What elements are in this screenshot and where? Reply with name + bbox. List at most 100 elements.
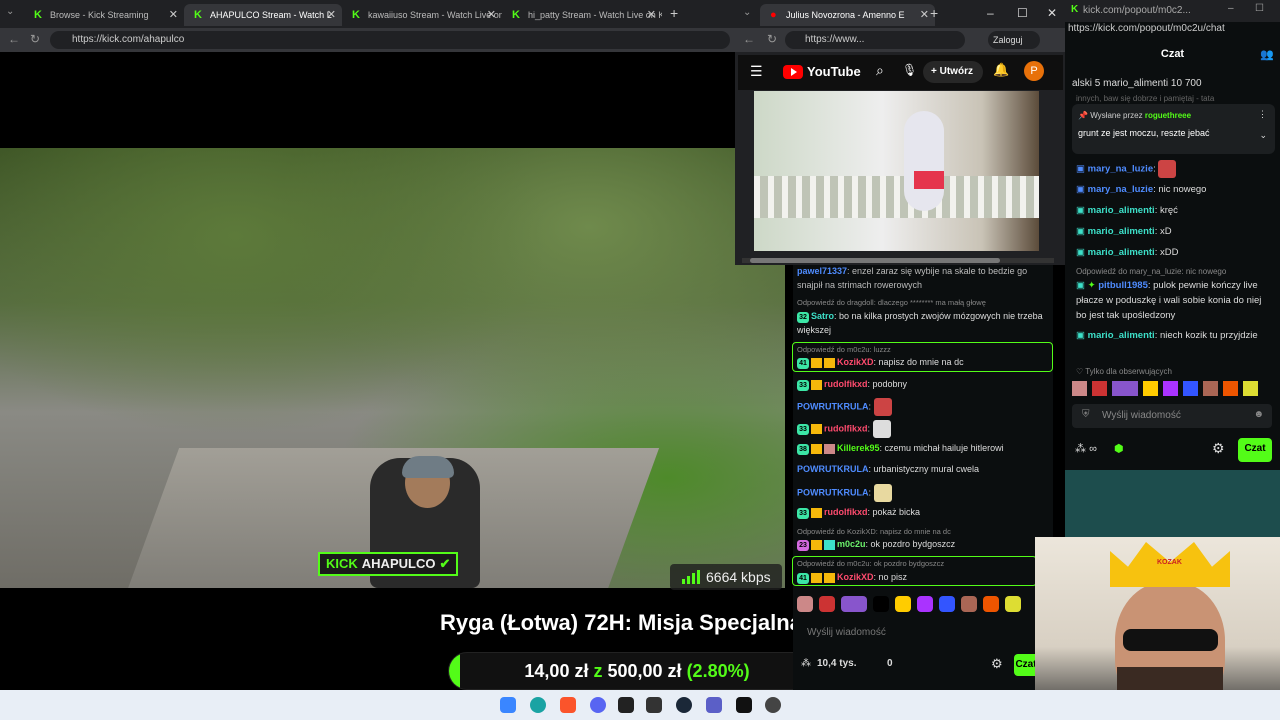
chat-username[interactable]: mary_na_luzie	[1088, 164, 1153, 175]
login-button[interactable]: Zaloguj	[988, 31, 1040, 49]
emote-icon[interactable]	[1072, 381, 1087, 396]
emote-icon[interactable]	[1183, 381, 1198, 396]
url-field[interactable]: https://www...	[785, 31, 965, 49]
emote-icon[interactable]	[1143, 381, 1158, 396]
emote-icon[interactable]	[1163, 381, 1178, 396]
chat-username[interactable]: KozikXD	[837, 357, 874, 367]
pinned-user[interactable]: roguethreee	[1145, 111, 1191, 120]
emote-icon[interactable]	[939, 596, 955, 612]
close-icon[interactable]: ✕	[327, 8, 336, 21]
gear-icon[interactable]: ⚙	[991, 656, 1003, 672]
emote-icon[interactable]	[1243, 381, 1258, 396]
teams-icon[interactable]	[706, 697, 722, 713]
reload-icon[interactable]: ↻	[767, 32, 777, 46]
tab-ahapulco[interactable]: K AHAPULCO Stream - Watch L ✕	[184, 4, 342, 26]
brave-icon[interactable]	[560, 697, 576, 713]
tab-hipatty[interactable]: K hi_patty Stream - Watch Live on K ✕	[502, 4, 662, 26]
bell-icon[interactable]: 🔔	[993, 62, 1009, 78]
emote-icon[interactable]	[841, 596, 867, 612]
maximize-icon[interactable]: ☐	[1255, 3, 1264, 14]
emoji-icon[interactable]: ☻	[1253, 409, 1264, 420]
close-icon[interactable]: ✕	[487, 8, 496, 21]
emote-icon[interactable]	[895, 596, 911, 612]
app-icon[interactable]	[618, 697, 634, 713]
reload-icon[interactable]: ↻	[30, 32, 40, 46]
emote-icon[interactable]	[1223, 381, 1238, 396]
chat-username[interactable]: KozikXD	[837, 572, 874, 582]
emote-icon[interactable]	[873, 596, 889, 612]
back-icon[interactable]: ←	[8, 32, 20, 46]
tab-kawaiiuso[interactable]: K kawaiiuso Stream - Watch Live on ✕	[342, 4, 502, 26]
emote-icon[interactable]	[797, 596, 813, 612]
chat-username[interactable]: mario_alimenti	[1088, 330, 1155, 341]
chat-username[interactable]: mary_na_luzie	[1088, 184, 1153, 195]
emote-icon[interactable]	[917, 596, 933, 612]
close-icon[interactable]: ✕	[920, 8, 929, 21]
login-label: Zaloguj	[993, 35, 1023, 45]
search-icon[interactable]: ⌕	[876, 62, 884, 79]
stream-video[interactable]: ▪▪▪▪▪▪▪▪▪▪▪▪▪▪▪▪▪▪▪▪▪▪▪▪▪▪▪▪▪▪▪▪▪▪▪▪▪▪▪▪…	[0, 148, 785, 588]
chat-username[interactable]: pitbull1985	[1098, 280, 1148, 291]
yt-scrollbar[interactable]	[742, 258, 1054, 263]
emote-icon[interactable]	[1203, 381, 1218, 396]
chat-username[interactable]: Killerek95	[837, 443, 880, 453]
pinned-message[interactable]: 📌 Wysłane przez roguethreee grunt ze jes…	[1072, 104, 1275, 154]
close-icon[interactable]: ✕	[169, 8, 178, 21]
popout-url[interactable]: https://kick.com/popout/m0c2u/chat	[1068, 23, 1278, 41]
close-icon[interactable]: ✕	[647, 8, 656, 21]
chat-username[interactable]: mario_alimenti	[1088, 247, 1155, 258]
obs-icon[interactable]	[736, 697, 752, 713]
chat-username[interactable]: rudolfikxd	[824, 507, 868, 517]
emote-icon[interactable]	[983, 596, 999, 612]
emote-icon[interactable]	[1112, 381, 1138, 396]
edge-icon[interactable]	[530, 697, 546, 713]
windows-start-icon[interactable]	[500, 697, 516, 713]
epic-games-icon[interactable]	[646, 697, 662, 713]
emote-icon[interactable]	[1005, 596, 1021, 612]
youtube-logo[interactable]: YouTube	[783, 64, 861, 79]
discord-icon[interactable]	[590, 697, 606, 713]
create-button[interactable]: + Utwórz	[923, 61, 983, 83]
minimize-icon[interactable]: –	[987, 6, 994, 20]
close-window-icon[interactable]: ✕	[1047, 6, 1057, 20]
more-icon[interactable]: ⋮	[1258, 109, 1267, 120]
yt-scroll-thumb[interactable]	[750, 258, 1000, 263]
emote-icon[interactable]	[819, 596, 835, 612]
popout-chat-input[interactable]: ⛨ Wyślij wiadomość ☻	[1072, 404, 1272, 428]
chat-username[interactable]: mario_alimenti	[1088, 205, 1155, 216]
tab-browse[interactable]: K Browse - Kick Streaming ✕	[24, 4, 184, 26]
gear-icon[interactable]: ⚙	[1212, 440, 1225, 457]
chat-username[interactable]: Satro	[811, 311, 834, 321]
back-icon[interactable]: ←	[743, 32, 755, 46]
users-icon[interactable]: 👥	[1260, 48, 1274, 61]
app2-icon[interactable]	[765, 697, 781, 713]
chat-username[interactable]: m0c2u	[837, 539, 866, 549]
emote-icon[interactable]	[1092, 381, 1107, 396]
chat-username[interactable]: mario_alimenti	[1088, 226, 1155, 237]
webcam-sunglasses	[1123, 629, 1218, 651]
chat-username[interactable]: rudolfikxd	[824, 379, 868, 389]
chat-username[interactable]: POWRUTKRULA	[797, 464, 869, 474]
new-tab-icon[interactable]: +	[670, 5, 678, 21]
popout-send-button[interactable]: Czat	[1238, 438, 1272, 462]
url-field[interactable]: https://kick.com/ahapulco	[50, 31, 730, 49]
tab-youtube[interactable]: ● Julius Novozrona - Amenno E ✕	[760, 4, 935, 26]
chat-username[interactable]: POWRUTKRULA	[797, 487, 869, 497]
kick-coin-icon[interactable]: ⬢	[1114, 443, 1124, 455]
menu-icon[interactable]: ☰	[750, 63, 763, 80]
chat-input[interactable]: Wyślij wiadomość	[797, 622, 1037, 644]
new-tab-icon[interactable]: +	[930, 5, 938, 21]
tab-search-icon[interactable]: ⌄	[6, 6, 14, 17]
chevron-down-icon[interactable]: ⌄	[1259, 130, 1267, 141]
minimize-icon[interactable]: –	[1228, 3, 1234, 14]
maximize-icon[interactable]: ☐	[1017, 6, 1028, 20]
avatar[interactable]: P	[1024, 61, 1044, 81]
steam-icon[interactable]	[676, 697, 692, 713]
chat-username[interactable]: POWRUTKRULA	[797, 401, 869, 411]
emote-icon[interactable]	[961, 596, 977, 612]
chat-username[interactable]: pawel71337	[797, 266, 847, 276]
tab-search-icon[interactable]: ⌄	[743, 7, 751, 18]
mic-icon[interactable]: 🎙	[902, 63, 917, 77]
chat-username[interactable]: rudolfikxd	[824, 423, 868, 433]
youtube-video[interactable]	[754, 91, 1039, 251]
